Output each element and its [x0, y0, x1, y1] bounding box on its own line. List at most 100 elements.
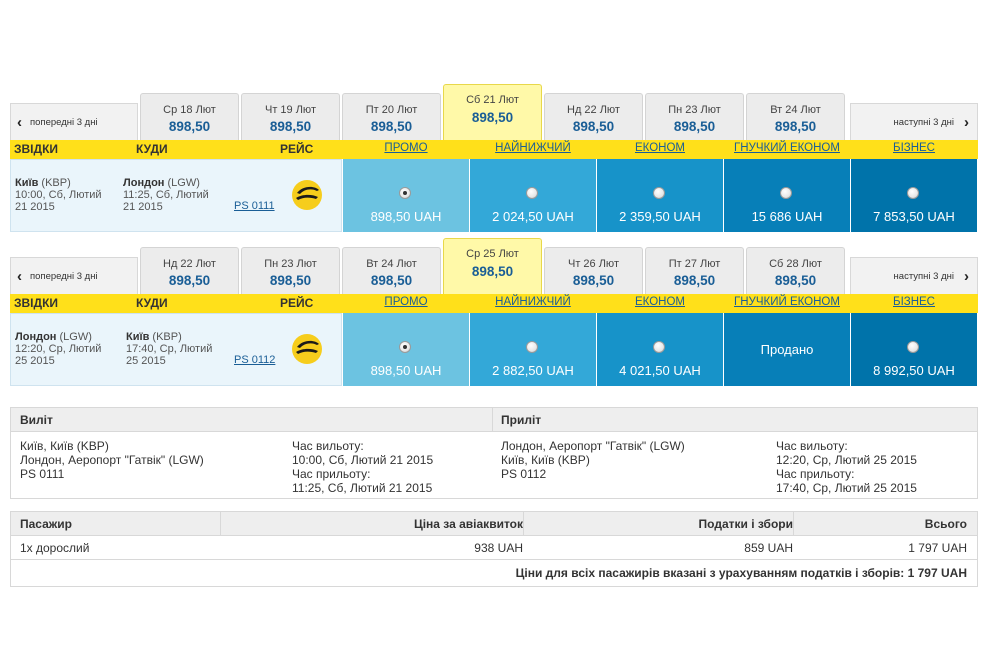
next-3-days-button[interactable]: наступні 3 дні › — [850, 103, 978, 140]
fare-promo-link[interactable]: ПРОМО — [343, 142, 469, 154]
date-label: Чт 26 Лют — [568, 258, 619, 270]
fare-cell-economy[interactable]: 4 021,50 UAH — [597, 313, 723, 386]
date-tab[interactable]: Вт 24 Лют 898,50 — [746, 93, 845, 140]
radio-button[interactable] — [907, 341, 919, 353]
date-tab[interactable]: Пн 23 Лют 898,50 — [241, 247, 340, 294]
date-label: Вт 24 Лют — [366, 258, 417, 270]
time-label: Час вильоту: — [292, 439, 364, 453]
date-tab[interactable]: Пн 23 Лют 898,50 — [645, 93, 744, 140]
flight-header-bar: ЗВІДКИ КУДИ РЕЙС ПРОМО НАЙНИЖЧИЙ ЕКОНОМ … — [10, 140, 978, 159]
date-price: 898,50 — [572, 119, 615, 134]
chevron-left-icon: ‹ — [17, 113, 22, 131]
ticket-price-cell: 938 UAH — [474, 541, 523, 555]
departure-times: Час вильоту: 10:00, Сб, Лютий 21 2015 Ча… — [292, 439, 433, 495]
radio-button[interactable] — [780, 187, 792, 199]
radio-button-selected[interactable] — [399, 341, 411, 353]
divider — [492, 408, 493, 432]
date-price: 898,50 — [774, 273, 817, 288]
departure-route: Київ, Київ (KBP) Лондон, Аеропорт "Гатві… — [20, 439, 204, 481]
flight-number: PS 0111 — [20, 467, 65, 481]
fare-flex-economy-link[interactable]: ГНУЧКИЙ ЕКОНОМ — [724, 142, 850, 154]
radio-button[interactable] — [526, 187, 538, 199]
airline-logo-icon — [292, 334, 322, 364]
fare-cell-promo[interactable]: 898,50 UAH — [343, 313, 469, 386]
time-value: 17:40, Ср, Лютий 25 2015 — [776, 481, 917, 495]
date-strip: ‹ попередні 3 дні Ср 18 Лют 898,50 Чт 19 … — [10, 84, 978, 140]
radio-button[interactable] — [653, 187, 665, 199]
header-to: КУДИ — [136, 142, 168, 156]
header-from: ЗВІДКИ — [14, 296, 59, 310]
time-label: Час вильоту: — [776, 439, 848, 453]
chevron-right-icon: › — [964, 113, 969, 131]
date-tab-selected[interactable]: Ср 25 Лют 898,50 — [443, 238, 542, 294]
date-price: 898,50 — [572, 273, 615, 288]
route-line: Київ, Київ (KBP) — [20, 439, 109, 453]
flight-number-link[interactable]: PS 0111 — [234, 200, 275, 212]
date-tab[interactable]: Пт 20 Лют 898,50 — [342, 93, 441, 140]
fare-cell-promo[interactable]: 898,50 UAH — [343, 159, 469, 232]
fare-business-link[interactable]: БІЗНЕС — [851, 142, 977, 154]
radio-button[interactable] — [653, 341, 665, 353]
fare-economy-link[interactable]: ЕКОНОМ — [597, 142, 723, 154]
price-table-header: Пасажир Ціна за авіаквиток Податки і збо… — [11, 512, 977, 536]
date-label: Ср 25 Лют — [466, 248, 519, 260]
next-3-days-button[interactable]: наступні 3 дні › — [850, 257, 978, 294]
radio-button-selected[interactable] — [399, 187, 411, 199]
next-3-days-label: наступні 3 дні — [893, 116, 954, 128]
destination-city: Лондон — [123, 177, 165, 189]
flight-number-link[interactable]: PS 0112 — [234, 354, 275, 366]
price-table: Пасажир Ціна за авіаквиток Податки і збо… — [10, 511, 978, 587]
prev-3-days-label: попередні 3 дні — [30, 270, 98, 282]
destination-time: 11:25, Сб, Лютий — [123, 189, 209, 201]
fare-cell-business[interactable]: 8 992,50 UAH — [851, 313, 977, 386]
flight-header-bar: ЗВІДКИ КУДИ РЕЙС ПРОМО НАЙНИЖЧИЙ ЕКОНОМ … — [10, 294, 978, 313]
col-total: Всього — [924, 517, 967, 531]
fare-lowest-link[interactable]: НАЙНИЖЧИЙ — [470, 142, 596, 154]
date-tab[interactable]: Нд 22 Лют 898,50 — [544, 93, 643, 140]
date-tab[interactable]: Нд 22 Лют 898,50 — [140, 247, 239, 294]
origin-time: 12:20, Ср, Лютий — [15, 343, 102, 355]
date-price: 898,50 — [774, 119, 817, 134]
fare-economy-link[interactable]: ЕКОНОМ — [597, 296, 723, 308]
date-tab[interactable]: Чт 26 Лют 898,50 — [544, 247, 643, 294]
arrival-route: Лондон, Аеропорт "Гатвік" (LGW) Київ, Ки… — [501, 439, 685, 481]
prev-3-days-button[interactable]: ‹ попередні 3 дні — [10, 103, 138, 140]
divider — [220, 512, 221, 536]
fare-cell-lowest[interactable]: 2 882,50 UAH — [470, 313, 596, 386]
date-tab[interactable]: Сб 28 Лют 898,50 — [746, 247, 845, 294]
fare-business-link[interactable]: БІЗНЕС — [851, 296, 977, 308]
date-tab-selected[interactable]: Сб 21 Лют 898,50 — [443, 84, 542, 140]
destination-code: (KBP) — [152, 331, 182, 343]
fare-price: 4 021,50 UAH — [619, 363, 701, 378]
radio-button[interactable] — [526, 341, 538, 353]
chevron-left-icon: ‹ — [17, 267, 22, 285]
date-price: 898,50 — [168, 119, 211, 134]
fare-lowest-link[interactable]: НАЙНИЖЧИЙ — [470, 296, 596, 308]
date-tab[interactable]: Вт 24 Лют 898,50 — [342, 247, 441, 294]
fare-price: 15 686 UAH — [751, 209, 823, 224]
date-tab[interactable]: Ср 18 Лют 898,50 — [140, 93, 239, 140]
fare-cell-lowest[interactable]: 2 024,50 UAH — [470, 159, 596, 232]
fare-cell-flex-economy[interactable]: 15 686 UAH — [724, 159, 850, 232]
fare-flex-economy-link[interactable]: ГНУЧКИЙ ЕКОНОМ — [724, 296, 850, 308]
taxes-cell: 859 UAH — [744, 541, 793, 555]
destination-time: 17:40, Ср, Лютий — [126, 343, 213, 355]
origin-date: 25 2015 — [15, 355, 55, 367]
col-passenger: Пасажир — [20, 517, 73, 531]
date-label: Пн 23 Лют — [668, 104, 721, 116]
fare-price: 2 882,50 UAH — [492, 363, 574, 378]
origin-code: (KBP) — [41, 177, 71, 189]
prev-3-days-label: попередні 3 дні — [30, 116, 98, 128]
date-label: Пт 27 Лют — [668, 258, 721, 270]
col-ticket-price: Ціна за авіаквиток — [413, 517, 523, 531]
date-tab[interactable]: Чт 19 Лют 898,50 — [241, 93, 340, 140]
flight-info: Лондон (LGW) 12:20, Ср, Лютий 25 2015 Ки… — [10, 313, 342, 386]
summary-header: Виліт Приліт — [11, 408, 977, 432]
date-tab[interactable]: Пт 27 Лют 898,50 — [645, 247, 744, 294]
fare-promo-link[interactable]: ПРОМО — [343, 296, 469, 308]
prev-3-days-button[interactable]: ‹ попередні 3 дні — [10, 257, 138, 294]
fare-cell-economy[interactable]: 2 359,50 UAH — [597, 159, 723, 232]
radio-button[interactable] — [907, 187, 919, 199]
arrival-title: Приліт — [501, 413, 542, 427]
fare-cell-business[interactable]: 7 853,50 UAH — [851, 159, 977, 232]
